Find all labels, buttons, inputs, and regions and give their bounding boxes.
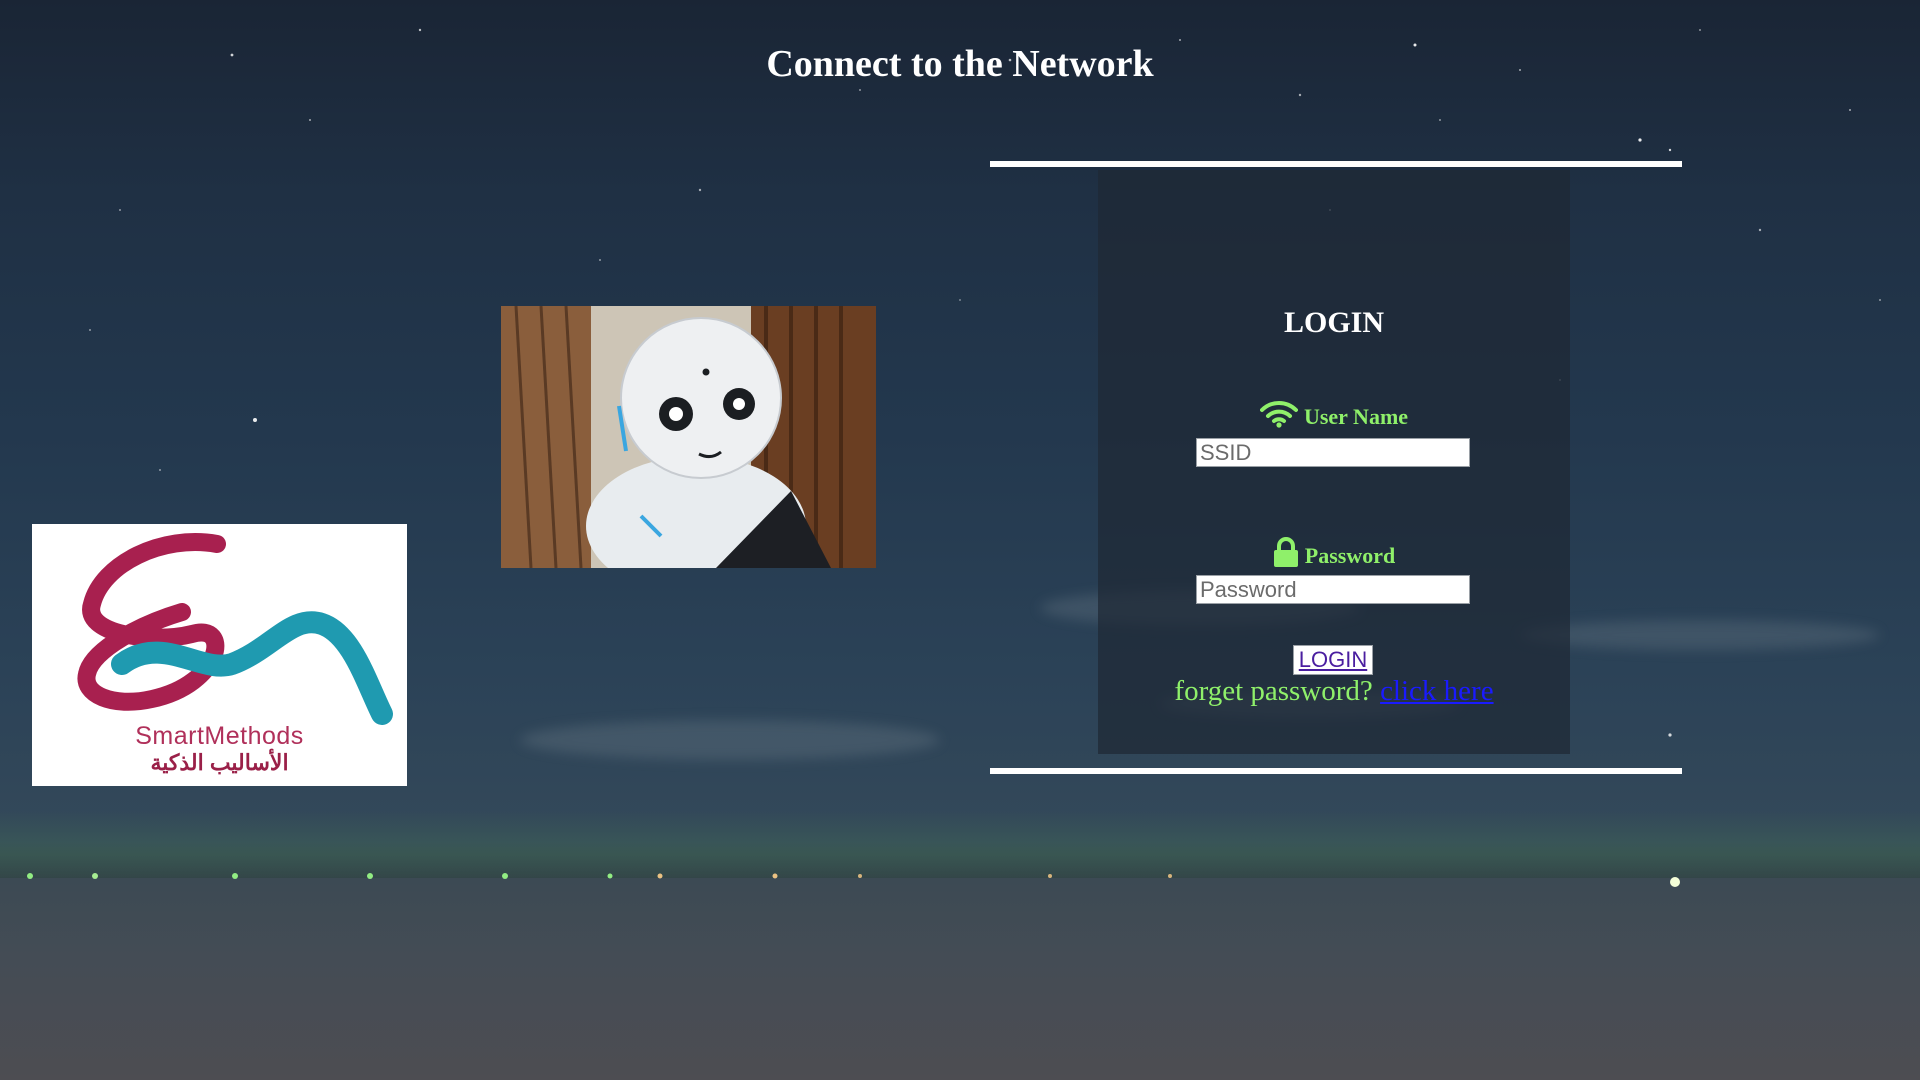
sea <box>0 878 1920 1080</box>
password-input[interactable] <box>1196 575 1470 604</box>
logo-name-en: SmartMethods <box>135 722 304 750</box>
username-input[interactable] <box>1196 438 1470 467</box>
forgot-password-text: forget password? <box>1174 675 1373 707</box>
top-divider <box>990 161 1682 167</box>
robot-illustration <box>501 306 876 568</box>
logo-name-ar: الأساليب الذكية <box>150 750 289 775</box>
password-label: Password <box>1304 543 1396 568</box>
login-button[interactable]: LOGIN <box>1293 645 1373 675</box>
forgot-password-link[interactable]: click here <box>1380 675 1494 707</box>
bottom-divider <box>990 768 1682 774</box>
login-heading: LOGIN <box>1283 306 1385 339</box>
cloud <box>520 720 940 760</box>
lock-icon <box>1273 537 1299 573</box>
password-label-row: Password <box>1098 537 1570 573</box>
username-label: User Name <box>1303 404 1409 429</box>
login-panel: LOGIN User Name Password LOGIN forget pa… <box>1098 170 1570 754</box>
forgot-password-row: forget password? click here <box>1098 675 1570 708</box>
username-label-row: User Name <box>1098 400 1570 434</box>
robot-photo <box>501 306 876 568</box>
cloud <box>1520 620 1880 650</box>
wifi-icon <box>1259 400 1298 434</box>
smartmethods-logo: SmartMethods الأساليب الذكية <box>32 524 407 786</box>
page-title: Connect to the Network <box>766 43 1154 85</box>
